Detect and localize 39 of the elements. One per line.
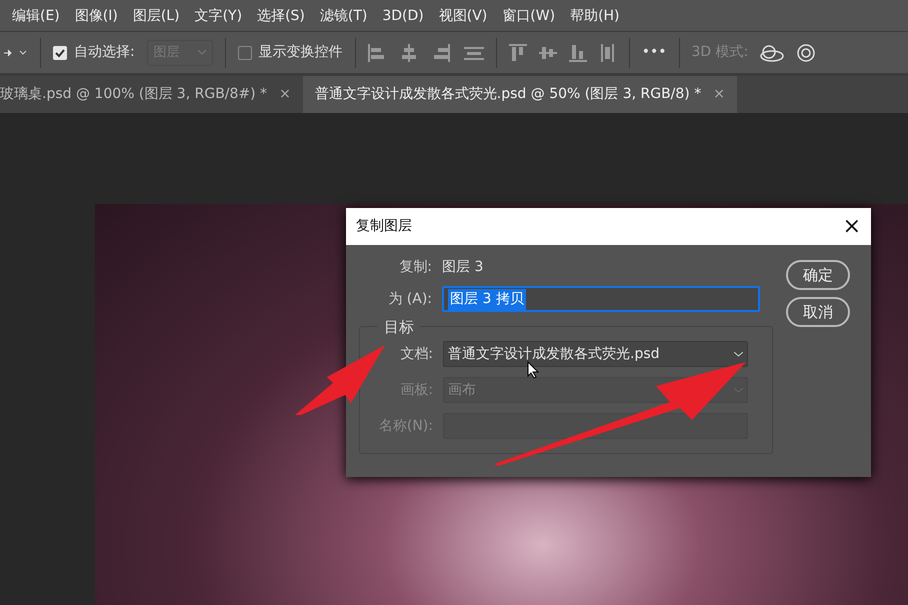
distribute-icon[interactable] [598,44,617,62]
dialog-button[interactable]: 确定 [786,260,850,290]
menu-item[interactable]: 3D(D) [382,0,424,31]
menu-item[interactable]: 文字(Y) [194,0,242,31]
menu-item[interactable]: 帮助(H) [570,0,620,31]
document-tab[interactable]: 普通文字设计成发散各式荧光.psd @ 50% (图层 3, RGB/8) * × [302,76,737,113]
orbit-3d-icon[interactable] [760,42,784,62]
field-label: 为 (A): [387,290,433,308]
checkbox-label: 显示变换控件 [258,43,343,62]
menu-item[interactable]: 滤镜(T) [320,0,368,31]
mouse-cursor-icon [527,361,539,379]
close-button[interactable]: × [842,210,861,243]
align-icon[interactable] [432,44,452,62]
checkbox[interactable] [53,46,67,60]
menu-item[interactable]: 窗口(W) [502,0,556,31]
distribute-icon[interactable] [508,44,527,62]
dialog-title: 复制图层 [356,217,412,236]
rotate-3d-icon[interactable] [796,42,816,62]
menu-item[interactable]: 编辑(E) [12,0,60,31]
menu-item[interactable]: 图像(I) [74,0,118,31]
layer-name-text: 图层 3 [442,258,484,276]
distribute-icon[interactable] [568,44,587,62]
menu-item[interactable]: 图层(L) [132,0,180,31]
menu-item[interactable]: 选择(S) [257,0,305,31]
move-tool-dropdown-icon[interactable] [4,48,28,58]
document-tab[interactable]: 玻璃桌.psd @ 100% (图层 3, RGB/8#) * × [0,76,303,113]
document-dropdown[interactable]: 普通文字设计成发散各式荧光.psd [443,341,748,367]
dialog-button[interactable]: 取消 [786,297,850,327]
caret-icon [198,50,206,55]
menu-item[interactable]: 视图(V) [438,0,488,31]
field-label: 文档: [399,344,434,364]
name-input-field[interactable]: 图层 3 拷贝 [442,286,760,312]
more-options-button[interactable]: ••• [642,42,666,63]
checkbox[interactable] [238,46,252,60]
checkbox-label: 自动选择: [74,43,135,62]
close-tab-button[interactable]: × [279,84,291,105]
caret-icon [734,388,743,392]
caret-icon [734,352,743,356]
field-label: 复制: [398,258,433,276]
